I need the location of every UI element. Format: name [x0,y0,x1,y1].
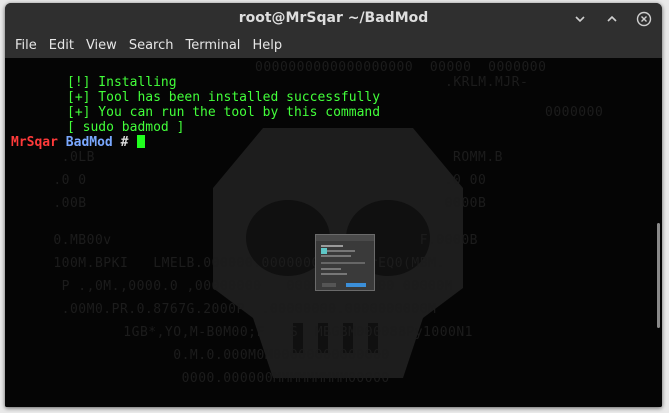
window-title: root@MrSqar ~/BadMod [238,10,429,26]
maximize-icon[interactable] [604,11,620,27]
background-pattern: 1GB*,YO,M-B0M00;F S MBGBM000088Py1000N1 [65,325,474,340]
output-line: [ sudo badmod ] [67,120,185,135]
terminal-output: [!] Installing [+] Tool has been installe… [11,60,380,180]
command-prompt[interactable]: MrSqar BadMod # [11,135,380,150]
thumbnail-row [321,245,343,247]
background-pattern: P .,0M.,0000.0 ,00000000 00000 00000 000… [45,279,454,294]
output-line: [+] Tool has been installed successfully [67,90,381,105]
prompt-dir: BadMod [65,135,113,150]
thumbnail-row [321,268,341,270]
background-pattern: .KRLM.MJR- [445,75,529,90]
scrollbar[interactable] [657,223,660,328]
thumbnail-button [322,283,336,287]
menu-help[interactable]: Help [246,34,288,58]
background-pattern: .00M0.PR.0.8767G.2000P .00000000.0000000… [45,302,437,317]
thumbnail-window [315,234,375,291]
output-line: [+] You can run the tool by this command [67,105,381,120]
menu-edit[interactable]: Edit [43,34,80,58]
menu-file[interactable]: File [9,34,43,58]
thumbnail-row [321,273,347,275]
output-line: [!] Installing [67,75,177,90]
menu-view[interactable]: View [80,34,123,58]
thumbnail-row [321,262,365,264]
background-pattern: 100M.BPKI LMELB.000000.0000000ZM7 rEQ0(M… [45,256,445,271]
window-controls [572,11,652,27]
background-pattern: 0.M.0.000M0M00000000000000 [65,348,390,363]
background-pattern: 0000.000000MMMMMMMMM00000 [65,371,390,386]
prompt-symbol: # [120,135,129,150]
thumbnail-titlebar [316,235,374,241]
thumbnail-button [346,283,366,287]
background-pattern: 0000000 [545,105,604,120]
menu-bar: File Edit View Search Terminal Help [5,34,662,58]
menu-terminal[interactable]: Terminal [179,34,246,58]
title-bar[interactable]: root@MrSqar ~/BadMod [5,3,662,34]
terminal-area[interactable]: 0000000000000000000 00000 0000000 .KRLM.… [5,58,662,407]
menu-search[interactable]: Search [123,34,180,58]
close-icon[interactable] [636,11,652,27]
prompt-host: MrSqar [11,135,58,150]
background-pattern: .00B 0000B [45,196,487,211]
minimize-icon[interactable] [572,11,588,27]
thumbnail-row [321,255,351,257]
thumbnail-icon [321,248,327,254]
background-pattern: 0.MB00v F.0000B [45,233,478,248]
text-cursor [137,135,146,148]
terminal-window: root@MrSqar ~/BadMod File Edit View Sear… [5,3,662,407]
